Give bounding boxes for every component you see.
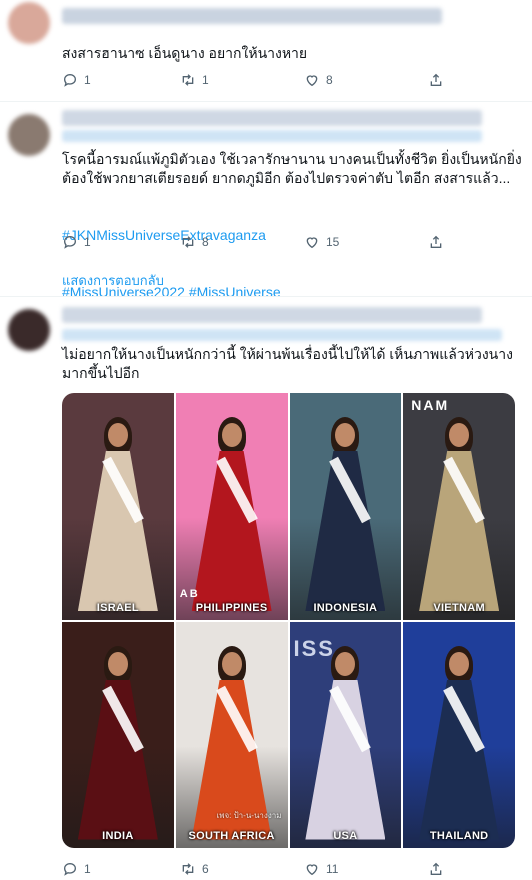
tweet-actions: 1 1 8 <box>62 72 482 92</box>
like-count: 15 <box>326 235 340 249</box>
share-button[interactable] <box>428 861 444 877</box>
backdrop-logo: AB <box>179 587 200 600</box>
country-label: INDIA <box>102 830 134 842</box>
heart-icon <box>306 75 318 87</box>
contestant-figure <box>68 640 168 840</box>
reply-to-blurred <box>62 329 502 341</box>
like-count: 8 <box>326 73 333 87</box>
country-label: VIETNAM <box>433 601 485 614</box>
reply-to-blurred <box>62 130 482 142</box>
retweet-button[interactable]: 1 <box>180 72 209 88</box>
country-label: INDONESIA <box>313 601 378 614</box>
photo-cell[interactable]: THAILAND <box>403 621 515 848</box>
share-icon <box>430 862 442 875</box>
country-label: SOUTH AFRICA <box>188 830 275 842</box>
avatar[interactable] <box>8 114 50 156</box>
head-shape <box>449 651 470 676</box>
head-shape <box>221 651 242 676</box>
reply-button[interactable]: 1 <box>62 861 91 877</box>
country-label: USA <box>333 830 358 842</box>
contestant-figure <box>68 411 168 611</box>
contestant-figure <box>409 640 509 840</box>
tweet-actions: 1 6 11 <box>62 861 482 880</box>
reply-count: 1 <box>84 862 91 876</box>
head-shape <box>449 423 470 447</box>
photo-cell[interactable]: NAM VIETNAM <box>403 393 515 620</box>
head-shape <box>335 651 356 676</box>
retweet-icon <box>182 863 194 875</box>
country-label: PHILIPPINES <box>195 601 268 614</box>
like-button[interactable]: 15 <box>304 234 339 250</box>
country-label: THAILAND <box>429 830 489 842</box>
photo-cell[interactable]: ISS USA <box>289 621 402 848</box>
backdrop-logo: NAM <box>411 397 450 413</box>
head-shape <box>107 651 128 676</box>
share-button[interactable] <box>428 72 444 88</box>
retweet-icon <box>182 74 194 86</box>
head-shape <box>107 423 128 447</box>
show-replies-link[interactable]: แสดงการตอบกลับ <box>62 270 164 291</box>
retweet-count: 6 <box>202 862 209 876</box>
tweet-text: ไม่อยากให้นางเป็นหนักกว่านี้ ให้ผ่านพ้นเ… <box>62 346 513 381</box>
head-shape <box>221 423 242 447</box>
reply-button[interactable]: 1 <box>62 234 91 250</box>
like-count: 11 <box>326 862 339 876</box>
share-icon <box>430 73 442 86</box>
retweet-count: 1 <box>202 73 209 87</box>
like-button[interactable]: 11 <box>304 861 338 877</box>
username-blurred <box>62 8 442 24</box>
reply-icon <box>63 73 77 87</box>
photo-cell[interactable]: INDIA <box>62 621 174 848</box>
like-button[interactable]: 8 <box>304 72 333 88</box>
tweet-text: โรคนี้อารมณ์แพ้ภูมิตัวเอง ใช้เวลารักษานา… <box>62 151 522 186</box>
photo-cell[interactable]: ISRAEL <box>62 393 174 620</box>
share-button[interactable] <box>428 234 444 250</box>
photo-cell[interactable]: เพจ: ป้า-น-นางงาม SOUTH AFRICA <box>175 621 288 848</box>
username-blurred <box>62 307 482 323</box>
head-shape <box>335 423 356 447</box>
reply-count: 1 <box>84 235 91 249</box>
retweet-count: 8 <box>202 235 209 249</box>
country-label: ISRAEL <box>96 601 139 614</box>
photo-caption: เพจ: ป้า-น-นางงาม <box>216 811 282 820</box>
avatar[interactable] <box>8 2 50 44</box>
reply-button[interactable]: 1 <box>62 72 91 88</box>
photo-cell[interactable]: INDONESIA <box>289 393 402 620</box>
heart-icon <box>306 237 318 249</box>
contestant-figure <box>409 411 509 611</box>
retweet-button[interactable]: 8 <box>180 234 209 250</box>
tweet-text: สงสารฮานาซ เอ็นดูนาง อยากให้นางหาย <box>62 45 308 61</box>
reply-count: 1 <box>84 73 91 87</box>
avatar[interactable] <box>8 309 50 351</box>
contestant-figure <box>182 411 282 611</box>
contestant-figure <box>295 411 395 611</box>
retweet-button[interactable]: 6 <box>180 861 209 877</box>
username-blurred <box>62 110 482 126</box>
reply-icon <box>63 235 77 249</box>
reply-icon <box>63 862 77 876</box>
tweet-1[interactable]: สงสารฮานาซ เอ็นดูนาง อยากให้นางหาย 1 1 8 <box>0 0 532 96</box>
photo-cell[interactable]: AB PHILIPPINES <box>175 393 288 620</box>
heart-icon <box>306 864 318 876</box>
contestant-figure <box>295 640 395 840</box>
tweet-2[interactable]: โรคนี้อารมณ์แพ้ภูมิตัวเอง ใช้เวลารักษานา… <box>0 102 532 300</box>
tweet-actions: 1 8 15 <box>62 234 482 254</box>
photo-grid[interactable]: ISRAEL AB PHILIPPINES INDONESIA NAM VIETNAM IN… <box>62 393 515 848</box>
backdrop-logo: ISS <box>293 635 335 661</box>
share-icon <box>430 235 442 248</box>
retweet-icon <box>182 236 194 248</box>
